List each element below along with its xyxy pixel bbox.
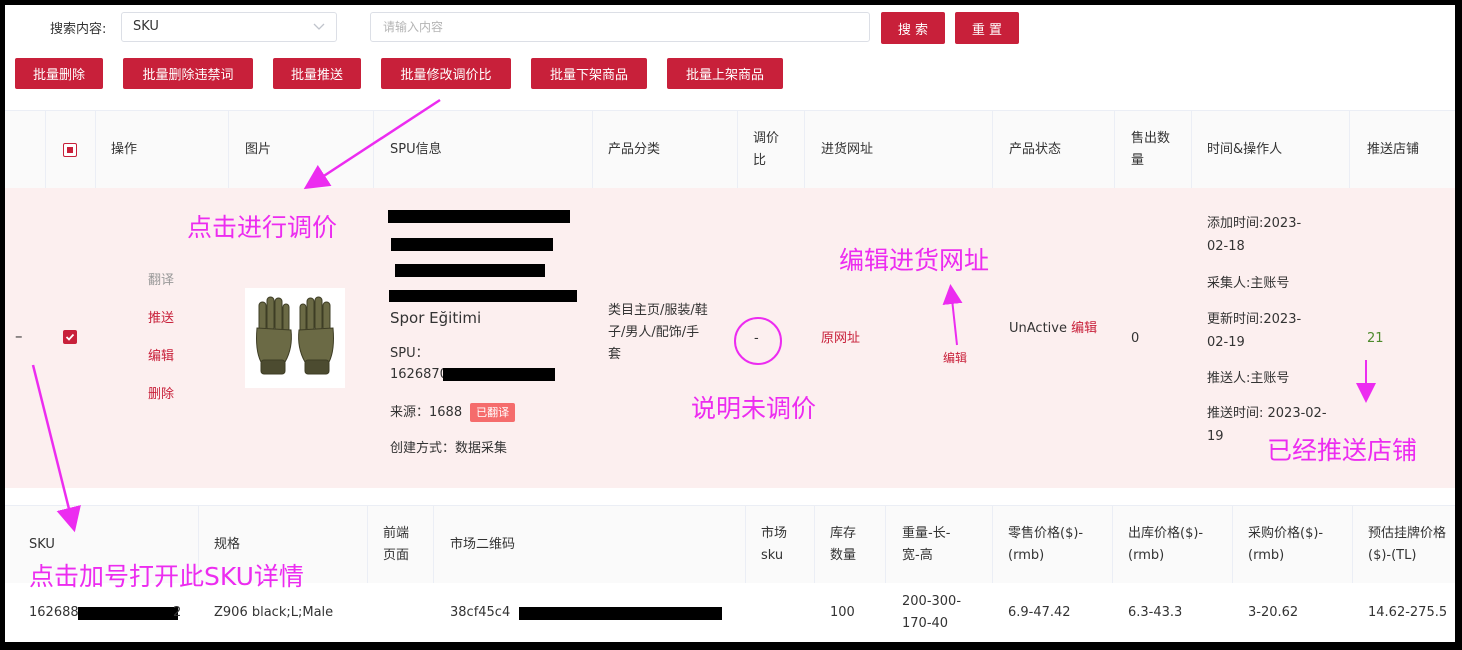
arrow-to-url-edit xyxy=(942,284,963,346)
arrow-to-ratio-button xyxy=(303,98,441,190)
annotation-not-adjusted: 说明未调价 xyxy=(691,394,817,423)
annotation-open-sku: 点击加号打开此SKU详情 xyxy=(29,562,304,591)
annotation-click-adjust: 点击进行调价 xyxy=(187,213,338,242)
annotation-pushed: 已经推送店铺 xyxy=(1267,436,1418,465)
page-frame: 搜索内容: SKU 搜 索 重 置 批量删除 批量删除违禁词 批量推送 批量修改… xyxy=(5,5,1455,642)
annotation-overlay xyxy=(31,98,1376,533)
arrow-to-expand xyxy=(31,364,81,533)
annotation-edit-url: 编辑进货网址 xyxy=(839,246,990,275)
ratio-highlight-circle xyxy=(734,317,782,365)
